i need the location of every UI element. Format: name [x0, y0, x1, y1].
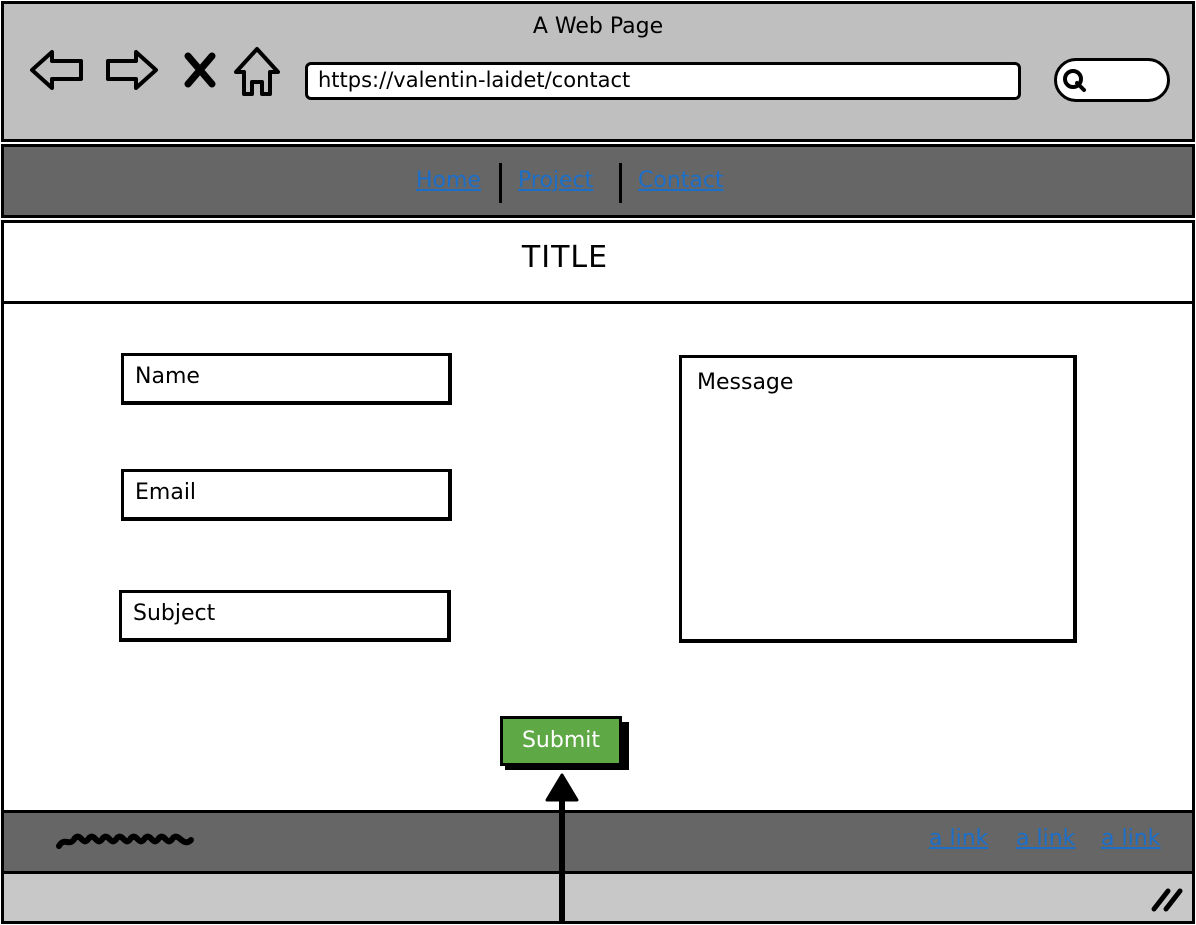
footer-link[interactable]: a link	[1016, 826, 1075, 851]
nav-link-project[interactable]: Project	[518, 168, 593, 193]
footer-link[interactable]: a link	[929, 826, 988, 851]
resize-grip-icon[interactable]	[1150, 883, 1184, 913]
message-textarea[interactable]: Message	[679, 355, 1077, 643]
name-field[interactable]: Name	[121, 353, 452, 405]
subject-field[interactable]: Subject	[119, 590, 451, 642]
back-arrow-icon[interactable]	[28, 46, 86, 94]
home-icon[interactable]	[232, 44, 282, 100]
forward-arrow-icon[interactable]	[104, 46, 160, 94]
address-bar[interactable]: https://valentin-laidet/contact	[305, 62, 1021, 100]
close-icon[interactable]	[183, 52, 217, 88]
site-nav-bar	[1, 144, 1195, 218]
footer-logo-scribble	[56, 833, 194, 849]
nav-separator	[499, 163, 502, 203]
email-field[interactable]: Email	[121, 469, 452, 521]
pointer-arrow-annotation	[545, 773, 579, 923]
submit-button[interactable]: Submit	[500, 716, 622, 766]
search-icon	[1063, 69, 1086, 92]
window-title: A Web Page	[532, 14, 664, 39]
footer-link[interactable]: a link	[1101, 826, 1160, 851]
nav-link-contact[interactable]: Contact	[638, 168, 724, 193]
status-bar	[1, 874, 1195, 924]
nav-separator	[619, 163, 622, 203]
page-title: TITLE	[521, 240, 609, 275]
nav-link-home[interactable]: Home	[416, 168, 481, 193]
